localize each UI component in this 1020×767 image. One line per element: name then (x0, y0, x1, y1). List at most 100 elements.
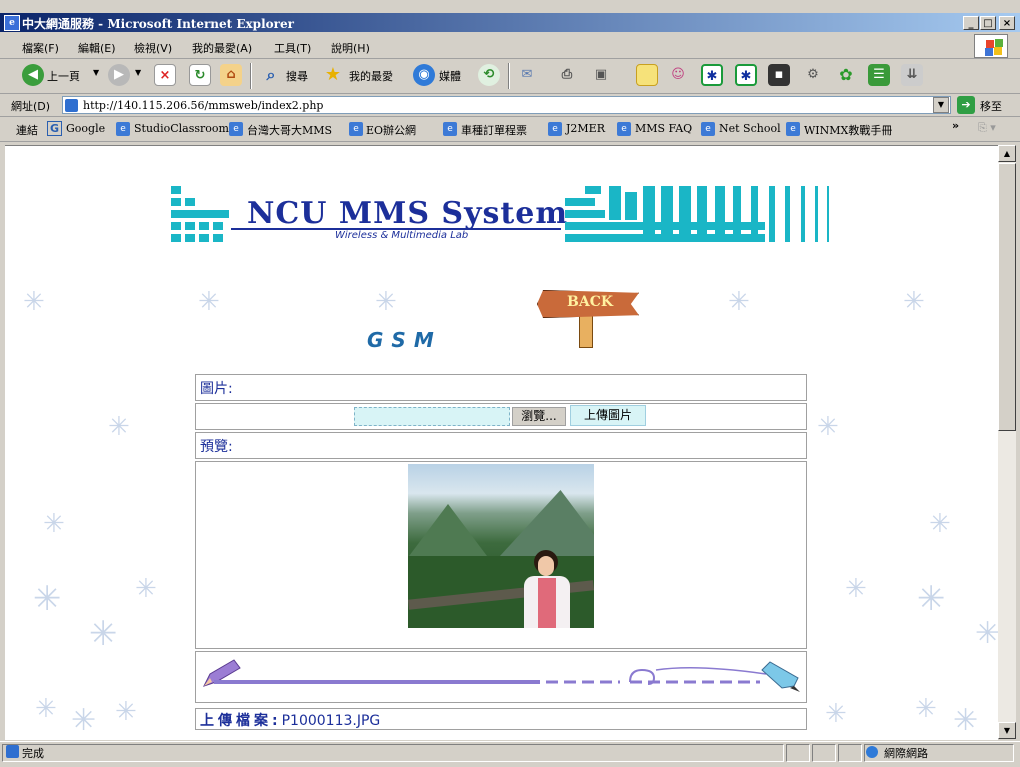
snowflake-icon: ✳ (975, 616, 998, 651)
snowflake-icon: ✳ (845, 574, 867, 604)
file-path-input[interactable] (354, 407, 510, 426)
links-label: 連結 (16, 124, 38, 137)
address-dropdown-icon[interactable]: ▼ (933, 97, 949, 113)
stop-icon[interactable]: × (154, 64, 176, 86)
snowflake-icon: ✳ (929, 509, 951, 539)
messenger-icon[interactable]: ☺ (667, 64, 689, 86)
picture-row: 圖片: (195, 374, 807, 401)
maximize-button[interactable]: □ (980, 16, 996, 30)
link-taiwan-mms[interactable]: 台灣大哥大MMS (247, 122, 332, 138)
window-title: 中大網通服務 - Microsoft Internet Explorer (22, 17, 294, 31)
back-sign-button[interactable]: BACK (535, 286, 639, 348)
addon-5-icon[interactable]: ☰ (868, 64, 890, 86)
snowflake-icon: ✳ (33, 579, 62, 619)
icq-icon[interactable]: ✿ (835, 64, 857, 86)
scroll-down-icon[interactable]: ▼ (998, 722, 1016, 739)
preview-image-row (195, 461, 807, 649)
scroll-thumb[interactable] (998, 163, 1016, 431)
link-net-school[interactable]: Net School (719, 122, 781, 135)
menu-file[interactable]: 檔案(F) (22, 40, 59, 56)
search-button-label[interactable]: 搜尋 (286, 68, 308, 84)
toolbar-separator (508, 63, 510, 89)
link-winmx[interactable]: WINMX教戰手冊 (804, 122, 892, 138)
menu-bar: 檔案(F) 編輯(E) 檢視(V) 我的最愛(A) 工具(T) 說明(H) (0, 34, 1020, 59)
refresh-icon[interactable]: ↻ (189, 64, 211, 86)
addon-3-icon[interactable]: ▪ (768, 64, 790, 86)
back-dropdown-icon[interactable]: ▼ (93, 68, 99, 77)
history-icon[interactable]: ⟲ (478, 64, 500, 86)
print-icon[interactable]: ⎙ (556, 64, 578, 86)
addon-1-icon[interactable]: ✱ (701, 64, 723, 86)
menu-help[interactable]: 說明(H) (331, 40, 370, 56)
favorites-button-label[interactable]: 我的最愛 (349, 68, 393, 84)
edit-icon[interactable]: ▣ (590, 64, 612, 86)
media-icon[interactable]: ◉ (413, 64, 435, 86)
ie-page-icon: e (349, 122, 363, 136)
menu-view[interactable]: 檢視(V) (134, 40, 172, 56)
ie-page-icon: e (548, 122, 562, 136)
address-url[interactable]: http://140.115.206.56/mmsweb/index2.php (83, 99, 323, 112)
snowflake-icon: ✳ (915, 694, 937, 724)
address-input[interactable]: http://140.115.206.56/mmsweb/index2.php (62, 96, 951, 114)
favorites-star-icon[interactable]: ★ (322, 64, 344, 86)
mail-icon[interactable]: ✉ (516, 64, 538, 86)
home-icon[interactable]: ⌂ (220, 64, 242, 86)
close-button[interactable]: × (999, 16, 1015, 30)
go-arrow-icon[interactable]: ➔ (957, 96, 975, 114)
back-button-label[interactable]: 上一頁 (47, 68, 80, 84)
menu-edit[interactable]: 編輯(E) (78, 40, 116, 56)
status-cell (838, 744, 862, 762)
upload-file-label: 上傳檔案: (200, 713, 282, 729)
google-icon[interactable]: G (47, 121, 62, 136)
snowflake-icon: ✳ (35, 694, 57, 724)
go-button-label[interactable]: 移至 (980, 98, 1002, 114)
link-j2mer[interactable]: J2MER (566, 122, 605, 135)
status-text: 完成 (22, 747, 44, 760)
upload-file-row: 上傳檔案:P1000113.JPG (195, 708, 807, 730)
globe-icon (866, 746, 878, 758)
links-overflow-icon[interactable]: » (952, 119, 959, 132)
toolbar-separator (250, 63, 252, 89)
windows-logo-icon (974, 34, 1008, 58)
media-button-label[interactable]: 媒體 (439, 68, 461, 84)
addon-4-icon[interactable]: ⚙ (802, 64, 824, 86)
divider-row (195, 651, 807, 703)
vertical-scrollbar[interactable]: ▲ ▼ (998, 145, 1016, 739)
snowflake-icon: ✳ (135, 574, 157, 604)
scroll-up-icon[interactable]: ▲ (998, 145, 1016, 162)
menu-tools[interactable]: 工具(T) (274, 40, 311, 56)
addon-6-icon[interactable]: ⇊ (901, 64, 923, 86)
status-cell (812, 744, 836, 762)
page-status-icon (6, 745, 19, 758)
snowflake-icon: ✳ (43, 509, 65, 539)
search-icon[interactable]: ⌕ (260, 64, 282, 86)
security-zone: 網際網路 (884, 747, 928, 760)
link-google[interactable]: Google (66, 122, 105, 135)
forward-dropdown-icon[interactable]: ▼ (135, 68, 141, 77)
ie-page-icon: e (617, 122, 631, 136)
forward-arrow-icon[interactable]: ▶ (108, 64, 130, 86)
back-arrow-icon[interactable]: ◀ (22, 64, 44, 86)
back-sign-label[interactable]: BACK (567, 294, 613, 310)
snowflake-icon: ✳ (89, 614, 118, 654)
snowflake-icon: ✳ (115, 697, 137, 727)
minimize-button[interactable]: _ (963, 16, 979, 30)
menu-favorites[interactable]: 我的最愛(A) (192, 40, 252, 56)
page-heading: GSM (367, 328, 442, 352)
links-extra-icon[interactable]: ⎘ ▾ (978, 121, 996, 135)
addon-2-icon[interactable]: ✱ (735, 64, 757, 86)
snowflake-icon: ✳ (108, 412, 130, 442)
snowflake-icon: ✳ (375, 287, 397, 317)
snowflake-icon: ✳ (953, 703, 979, 738)
link-eo-office[interactable]: EO辦公網 (366, 122, 416, 138)
upload-picture-button[interactable]: 上傳圖片 (570, 405, 646, 426)
pencil-divider (203, 659, 800, 692)
ie-page-icon: e (701, 122, 715, 136)
note-icon[interactable] (636, 64, 658, 86)
browse-button[interactable]: 瀏覽... (512, 407, 566, 426)
link-train-ticket[interactable]: 車種訂單程票 (461, 122, 527, 138)
snowflake-icon: ✳ (825, 699, 847, 729)
snowflake-icon: ✳ (917, 579, 946, 619)
link-mms-faq[interactable]: MMS FAQ (635, 122, 692, 135)
link-studioclassroom[interactable]: StudioClassroom (134, 122, 229, 135)
